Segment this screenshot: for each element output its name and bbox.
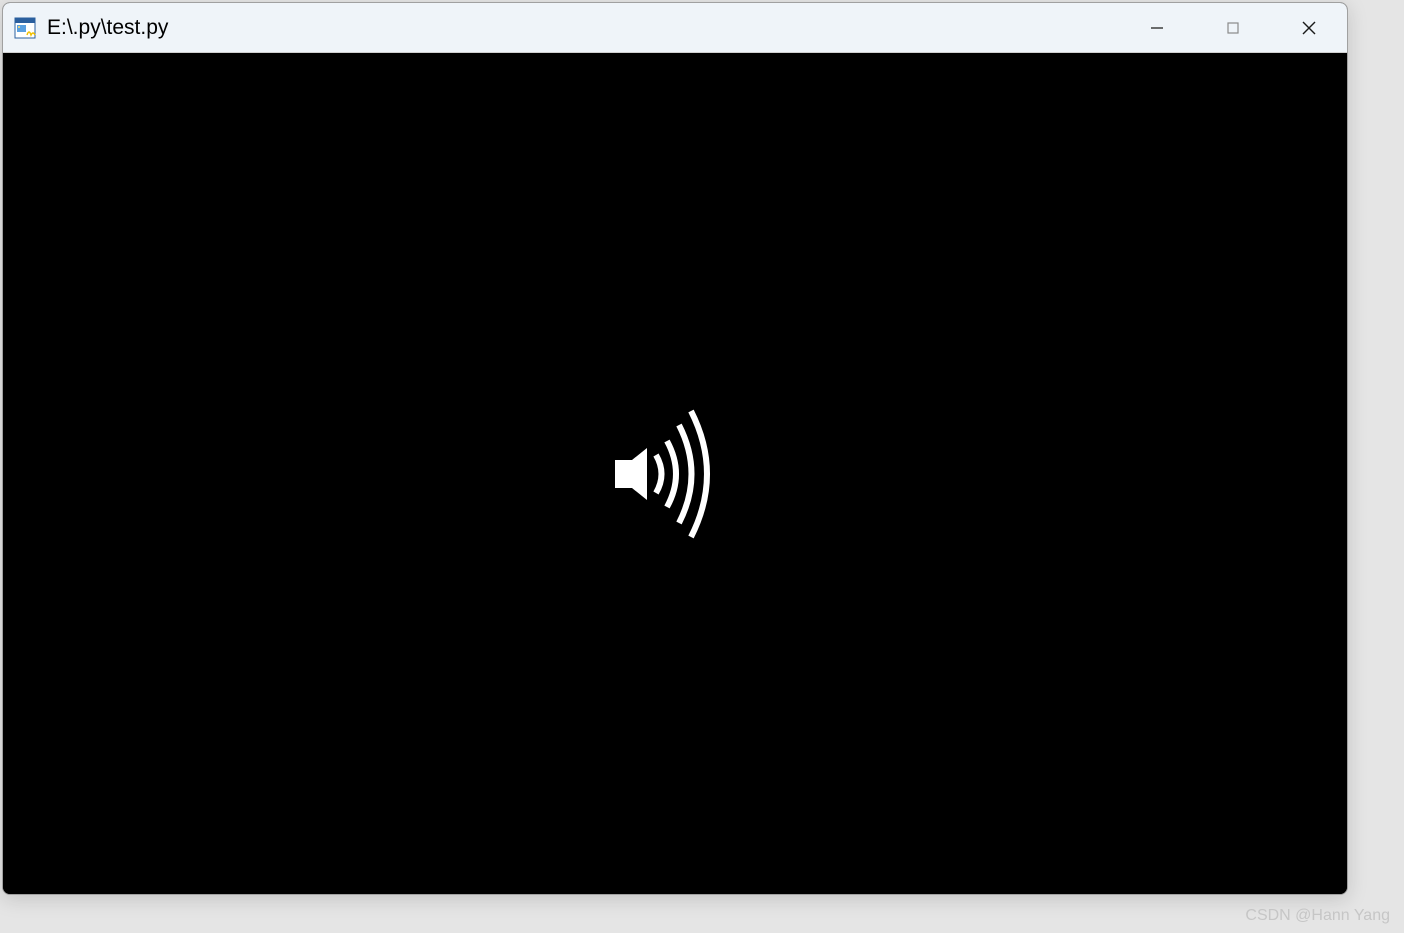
close-button[interactable] <box>1271 3 1347 52</box>
watermark: CSDN @Hann Yang <box>1245 907 1390 925</box>
maximize-button[interactable] <box>1195 3 1271 52</box>
application-window: E:\.py\test.py <box>2 2 1348 895</box>
window-title: E:\.py\test.py <box>47 16 1119 40</box>
minimize-button[interactable] <box>1119 3 1195 52</box>
app-icon <box>13 16 37 40</box>
minimize-icon <box>1150 21 1164 35</box>
close-icon <box>1301 20 1317 36</box>
speaker-icon <box>615 409 715 539</box>
titlebar[interactable]: E:\.py\test.py <box>3 3 1347 53</box>
content-area <box>3 53 1347 894</box>
maximize-icon <box>1226 21 1240 35</box>
window-controls <box>1119 3 1347 52</box>
